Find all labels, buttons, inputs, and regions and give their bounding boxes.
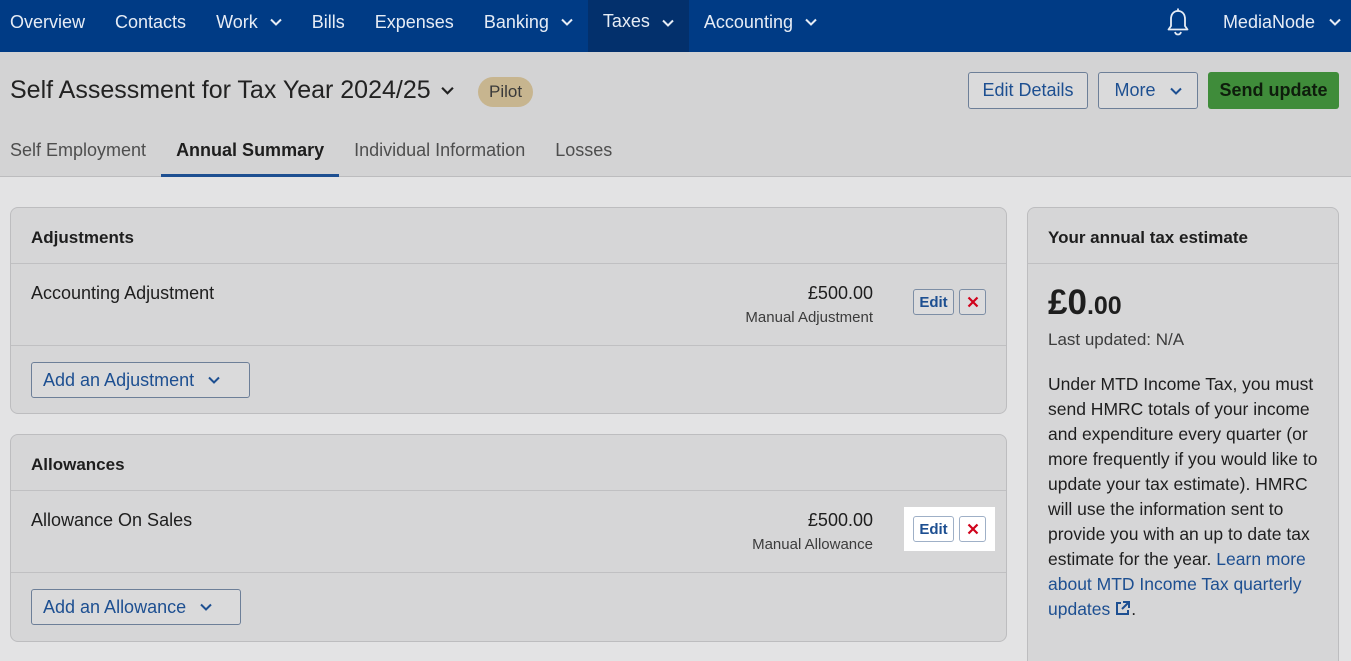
nav-contacts[interactable]: Contacts <box>100 0 201 44</box>
status-badge: Pilot <box>478 77 534 107</box>
tab-bar: Self Employment Annual Summary Individua… <box>0 134 627 177</box>
edit-details-button[interactable]: Edit Details <box>968 72 1088 109</box>
estimate-body: Under MTD Income Tax, you must send HMRC… <box>1048 374 1318 569</box>
tab-annual-summary[interactable]: Annual Summary <box>161 134 340 177</box>
row-actions: Edit <box>904 507 995 551</box>
more-button[interactable]: More <box>1098 72 1198 109</box>
nav-banking[interactable]: Banking <box>469 0 588 44</box>
bell-icon[interactable] <box>1163 7 1193 37</box>
edit-button[interactable]: Edit <box>913 289 954 315</box>
tab-losses[interactable]: Losses <box>540 134 627 177</box>
table-row: Allowance On Sales £500.00 Manual Allowa… <box>11 491 1006 573</box>
nav-label: Work <box>216 11 258 32</box>
chevron-down-icon <box>561 18 573 26</box>
close-icon <box>967 296 978 308</box>
add-adjustment-button[interactable]: Add an Adjustment <box>31 362 250 398</box>
org-name: MediaNode <box>1222 11 1315 32</box>
nav-work[interactable]: Work <box>201 0 297 44</box>
button-label: More <box>1114 80 1156 100</box>
nav-taxes[interactable]: Taxes <box>587 0 689 52</box>
chevron-down-icon <box>1329 18 1341 26</box>
top-nav: Overview Contacts Work Bills Expenses Ba… <box>0 0 1351 52</box>
button-label: Add an Adjustment <box>43 369 195 390</box>
page-header: Self Assessment for Tax Year 2024/25 Pil… <box>0 52 1351 177</box>
page-title[interactable]: Self Assessment for Tax Year 2024/25 <box>10 76 454 105</box>
estimate-amount: £0.00 <box>1048 283 1122 323</box>
row-label: Accounting Adjustment <box>31 283 215 303</box>
estimate-amount-minor: .00 <box>1086 292 1122 320</box>
card-heading: Allowances <box>11 435 1006 491</box>
nav-right: MediaNode <box>1163 0 1351 44</box>
row-amount: £500.00 <box>807 510 873 530</box>
delete-button[interactable] <box>959 289 986 315</box>
trailing-period: . <box>1131 599 1137 619</box>
nav-bills[interactable]: Bills <box>297 0 360 44</box>
send-update-button[interactable]: Send update <box>1208 72 1339 109</box>
chevron-down-icon <box>805 18 817 26</box>
button-label: Edit Details <box>982 80 1074 100</box>
button-label: Add an Allowance <box>43 596 187 617</box>
close-icon <box>967 523 978 535</box>
org-switcher[interactable]: MediaNode <box>1223 12 1351 33</box>
tab-individual-information[interactable]: Individual Information <box>339 134 540 177</box>
nav-label: Contacts <box>115 11 187 32</box>
chevron-down-icon <box>662 19 674 27</box>
last-updated: Last updated: N/A <box>1048 330 1185 349</box>
tab-self-employment[interactable]: Self Employment <box>0 134 161 177</box>
estimate-amount-major: £0 <box>1048 283 1087 322</box>
row-type: Manual Allowance <box>752 536 873 553</box>
nav-label: Bills <box>311 11 345 32</box>
add-allowance-button[interactable]: Add an Allowance <box>31 589 241 625</box>
nav-accounting[interactable]: Accounting <box>689 0 832 44</box>
nav-label: Overview <box>10 11 86 32</box>
nav-label: Taxes <box>602 11 650 31</box>
page-title-text: Self Assessment for Tax Year 2024/25 <box>10 76 431 104</box>
chevron-down-icon <box>270 18 282 26</box>
table-row: Accounting Adjustment £500.00 Manual Adj… <box>11 264 1006 346</box>
card-heading: Adjustments <box>11 208 1006 264</box>
chevron-down-icon <box>440 87 454 95</box>
estimate-description: Under MTD Income Tax, you must send HMRC… <box>1048 372 1318 622</box>
delete-button[interactable] <box>959 516 986 542</box>
chevron-down-icon <box>200 603 212 611</box>
button-label: Send update <box>1219 80 1328 100</box>
nav-overview[interactable]: Overview <box>0 0 100 44</box>
chevron-down-icon <box>1169 87 1182 95</box>
nav-label: Expenses <box>374 11 454 32</box>
row-label: Allowance On Sales <box>31 510 193 530</box>
adjustments-card: Adjustments Accounting Adjustment £500.0… <box>10 207 1007 414</box>
row-type: Manual Adjustment <box>745 309 873 326</box>
chevron-down-icon <box>208 376 220 384</box>
nav-label: Accounting <box>703 11 793 32</box>
nav-expenses[interactable]: Expenses <box>360 0 469 44</box>
card-heading: Your annual tax estimate <box>1028 208 1338 264</box>
external-link-icon <box>1116 601 1131 615</box>
nav-label: Banking <box>483 11 549 32</box>
allowances-card: Allowances Allowance On Sales £500.00 Ma… <box>10 434 1007 642</box>
row-amount: £500.00 <box>807 283 873 303</box>
edit-button[interactable]: Edit <box>913 516 954 542</box>
tax-estimate-card: Your annual tax estimate £0.00 Last upda… <box>1027 207 1339 661</box>
